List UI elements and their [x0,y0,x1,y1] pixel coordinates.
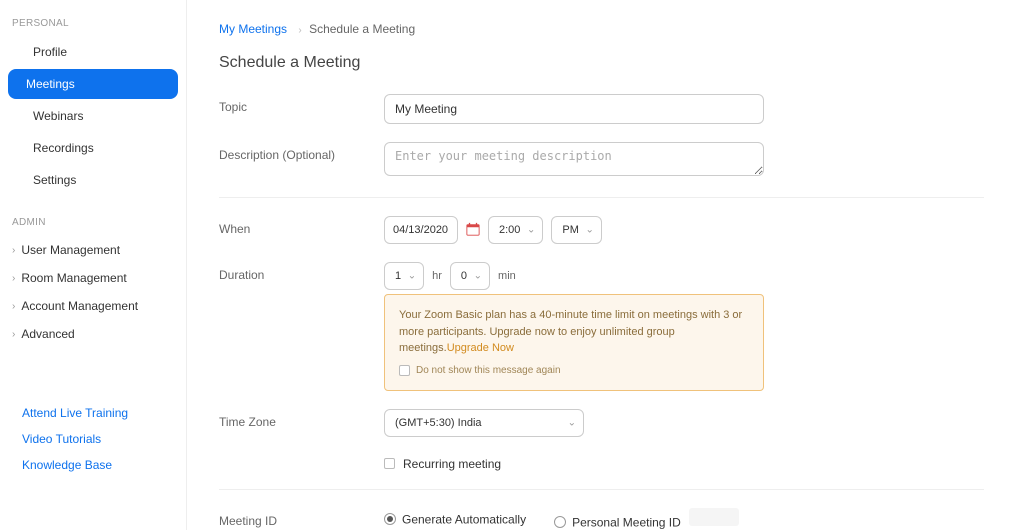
topic-input[interactable] [384,94,764,124]
date-input[interactable] [384,216,458,244]
sidebar-item-recordings[interactable]: Recordings [8,133,178,163]
sidebar-admin-label: Room Management [21,271,126,285]
dismiss-label: Do not show this message again [416,363,561,378]
row-duration: Duration 1⌄ hr 0⌄ min Your Zoom Basic pl… [219,262,984,391]
sidebar-item-user-management[interactable]: › User Management [0,236,186,264]
duration-hours-select[interactable]: 1 [384,262,424,290]
label-timezone: Time Zone [219,409,384,429]
recurring-label: Recurring meeting [403,457,501,471]
sidebar-item-profile[interactable]: Profile [8,37,178,67]
resources-box: Attend Live Training Video Tutorials Kno… [8,388,178,490]
divider [219,197,984,198]
chevron-right-icon: › [12,273,15,284]
radio-personal-meeting-id[interactable]: Personal Meeting ID [554,508,739,530]
breadcrumb-current: Schedule a Meeting [309,22,415,36]
chevron-right-icon: › [12,329,15,340]
sidebar-item-room-management[interactable]: › Room Management [0,264,186,292]
sidebar-admin-label: Account Management [21,299,138,313]
time-select[interactable]: 2:00 [488,216,543,244]
divider [219,489,984,490]
sidebar-section-personal: PERSONAL [0,18,186,37]
link-knowledge-base[interactable]: Knowledge Base [22,452,164,478]
label-description: Description (Optional) [219,142,384,162]
radio-generate-automatically[interactable]: Generate Automatically [384,511,526,527]
sidebar-section-admin: ADMIN [0,217,186,236]
link-live-training[interactable]: Attend Live Training [22,400,164,426]
radio-icon [554,516,566,528]
chevron-right-icon: › [12,245,15,256]
row-description: Description (Optional) [219,142,984,179]
breadcrumb: My Meetings › Schedule a Meeting [219,0,984,54]
dismiss-checkbox[interactable] [399,365,410,376]
upgrade-link[interactable]: Upgrade Now [447,342,514,354]
page-title: Schedule a Meeting [219,54,984,72]
timezone-select[interactable]: (GMT+5:30) India [384,409,584,437]
label-duration: Duration [219,262,384,282]
breadcrumb-parent[interactable]: My Meetings [219,22,287,36]
row-topic: Topic [219,94,984,124]
minutes-unit: min [498,270,516,282]
sidebar: PERSONAL Profile Meetings Webinars Recor… [0,0,187,530]
sidebar-item-settings[interactable]: Settings [8,165,178,195]
label-meeting-id: Meeting ID [219,508,384,528]
radio-label: Generate Automatically [402,512,526,526]
label-when: When [219,216,384,236]
chevron-right-icon: › [12,301,15,312]
sidebar-item-meetings[interactable]: Meetings [8,69,178,99]
main-content: My Meetings › Schedule a Meeting Schedul… [187,0,1024,530]
link-video-tutorials[interactable]: Video Tutorials [22,426,164,452]
ampm-select[interactable]: PM [551,216,602,244]
sidebar-admin-label: Advanced [21,327,74,341]
upgrade-notice: Your Zoom Basic plan has a 40-minute tim… [384,294,764,391]
row-meeting-id: Meeting ID Generate Automatically Person… [219,508,984,530]
radio-label: Personal Meeting ID [572,515,681,529]
hours-unit: hr [432,270,442,282]
label-topic: Topic [219,94,384,114]
calendar-icon[interactable] [466,222,480,239]
recurring-checkbox[interactable] [384,458,395,469]
sidebar-item-account-management[interactable]: › Account Management [0,292,186,320]
radio-icon [384,513,396,525]
row-timezone: Time Zone (GMT+5:30) India⌄ Recurring me… [219,409,984,471]
pmi-value [689,508,739,526]
sidebar-item-advanced[interactable]: › Advanced [0,320,186,348]
sidebar-admin-label: User Management [21,243,120,257]
chevron-right-icon: › [298,25,301,36]
row-when: When 2:00⌄ PM⌄ [219,216,984,244]
description-textarea[interactable] [384,142,764,176]
sidebar-item-webinars[interactable]: Webinars [8,101,178,131]
duration-minutes-select[interactable]: 0 [450,262,490,290]
